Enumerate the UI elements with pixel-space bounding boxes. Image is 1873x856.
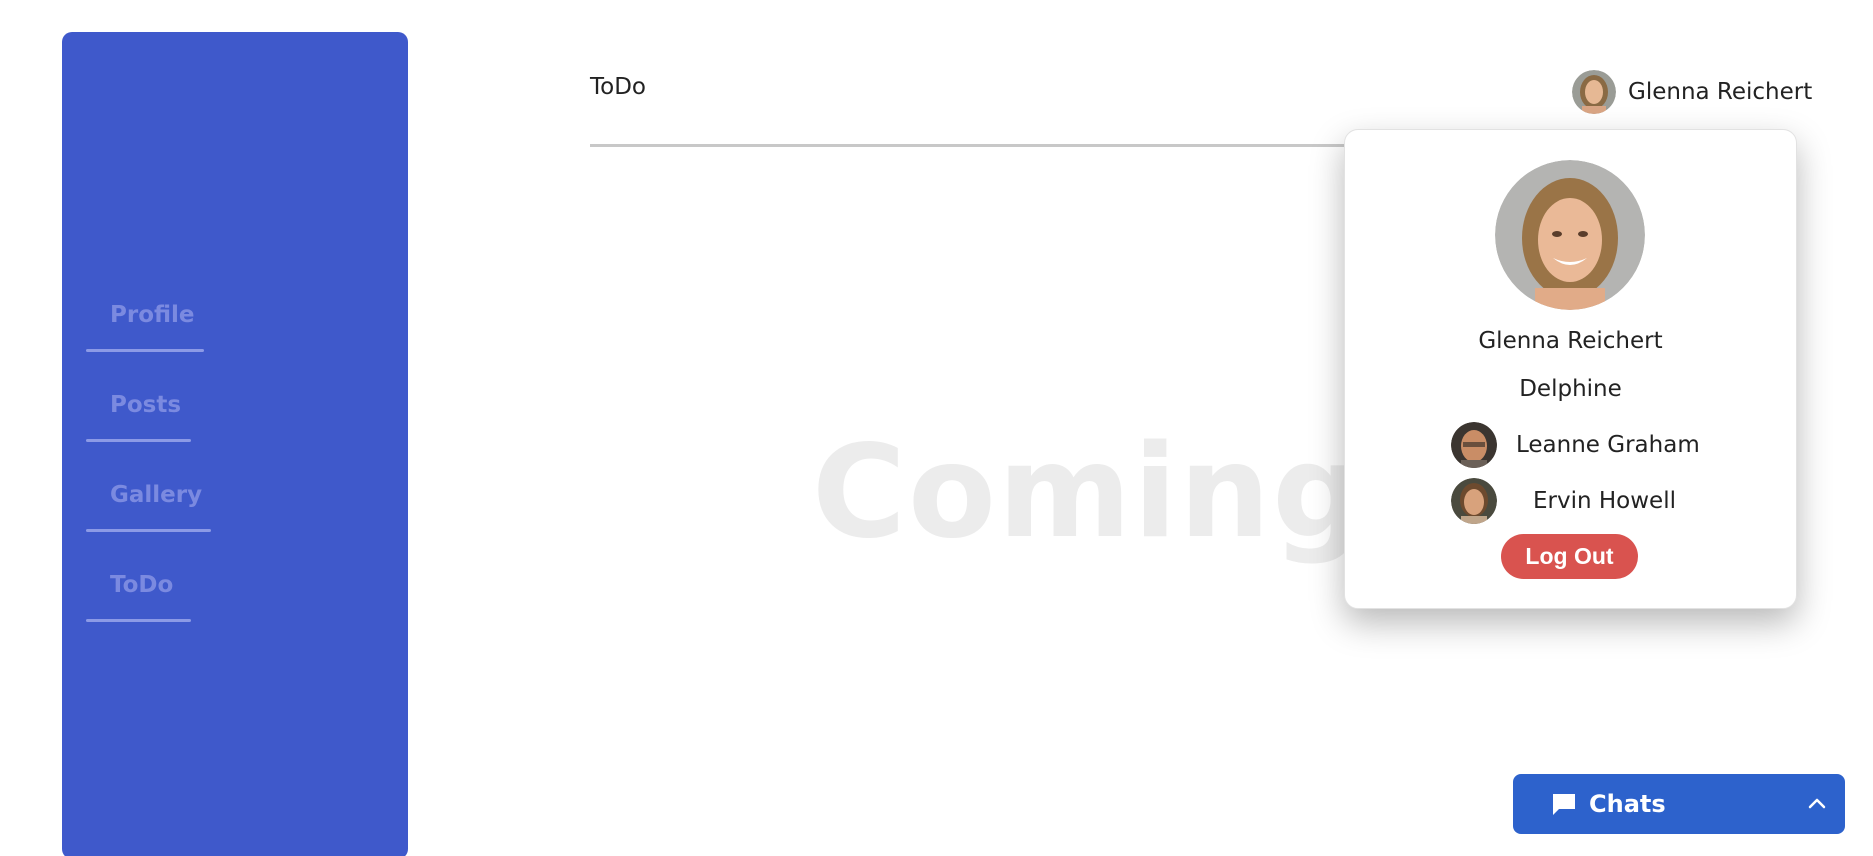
sidebar-item-underline — [86, 619, 191, 622]
sidebar-item-label: Posts — [110, 392, 182, 418]
profile-avatar-icon — [1495, 160, 1645, 310]
chevron-up-icon[interactable] — [1805, 792, 1829, 816]
page-title: ToDo — [590, 74, 646, 100]
sidebar-item-label: Gallery — [110, 482, 203, 508]
sidebar-item-underline — [86, 349, 204, 352]
profile-popup: Glenna Reichert Delphine Leanne Graham E… — [1344, 129, 1797, 609]
chats-label: Chats — [1589, 790, 1666, 818]
friend-item-ervin[interactable]: Ervin Howell — [1451, 478, 1676, 524]
chat-icon — [1553, 794, 1575, 815]
chats-button[interactable]: Chats — [1513, 774, 1845, 834]
sidebar-item-underline — [86, 529, 211, 532]
page: Profile Posts Gallery ToDo ToDo Glenna R… — [0, 0, 1873, 856]
avatar-icon — [1451, 478, 1497, 524]
sidebar-item-underline — [86, 439, 191, 442]
friend-name: Ervin Howell — [1533, 488, 1676, 514]
sidebar-item-label: ToDo — [110, 572, 174, 598]
user-menu-button[interactable]: Glenna Reichert — [1572, 69, 1812, 115]
friend-item-leanne[interactable]: Leanne Graham — [1451, 422, 1700, 468]
friend-name: Leanne Graham — [1516, 432, 1700, 458]
sidebar: Profile Posts Gallery ToDo — [62, 32, 408, 856]
profile-username: Delphine — [1519, 376, 1622, 402]
logout-button[interactable]: Log Out — [1501, 534, 1638, 579]
user-name: Glenna Reichert — [1628, 79, 1813, 105]
sidebar-item-label: Profile — [110, 302, 195, 328]
user-avatar-icon — [1572, 70, 1616, 114]
avatar-icon — [1451, 422, 1497, 468]
profile-name: Glenna Reichert — [1478, 328, 1663, 354]
